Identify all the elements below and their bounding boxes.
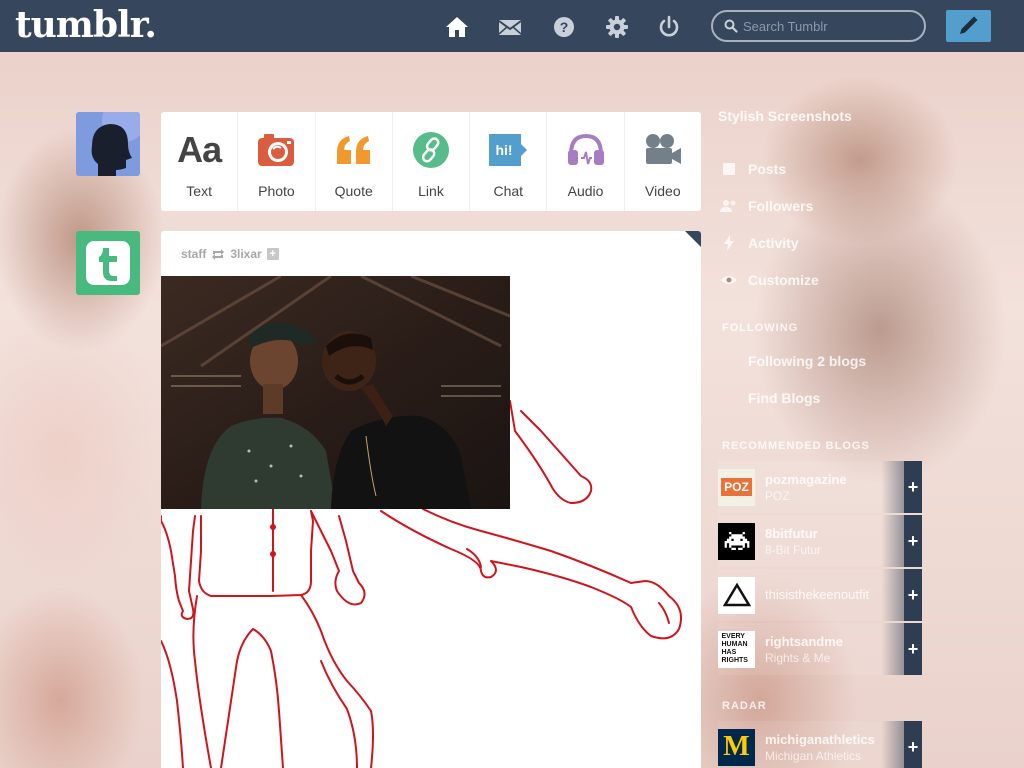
blog-avatar: POZ [718, 468, 755, 506]
post-type-label: Quote [334, 183, 373, 199]
compose-icon [960, 16, 978, 34]
recommended-blog[interactable]: thisisthekeenoutfit + [718, 569, 922, 621]
post-type-label: Chat [493, 183, 524, 199]
post-type-text[interactable]: Aa Text [161, 112, 239, 211]
headphones-icon [567, 133, 604, 165]
blog-name: 8bitfutur [765, 525, 818, 541]
recommended-blog[interactable]: EVERY HUMAN HAS RIGHTS rightsandme Right… [718, 623, 922, 675]
blog-avatar: M [718, 728, 755, 766]
search-input[interactable] [743, 17, 913, 35]
sidebar-item-label: Find Blogs [748, 390, 821, 406]
rights-logo: EVERY HUMAN HAS RIGHTS [721, 633, 748, 664]
user-avatar[interactable] [76, 112, 140, 176]
post-photo[interactable] [161, 276, 510, 509]
blog-title-link[interactable]: Stylish Screenshots [718, 108, 852, 124]
photo-two-men-image [161, 276, 510, 509]
blog-avatar [718, 522, 755, 560]
blog-subtitle: Rights & Me [765, 650, 831, 665]
follow-button[interactable]: + [904, 569, 922, 621]
sidebar-item-label: Customize [748, 272, 819, 288]
blog-name: thisisthekeenoutfit [765, 586, 870, 602]
sidebar-item-label: Followers [748, 198, 814, 214]
blog-avatar: EVERY HUMAN HAS RIGHTS [718, 630, 755, 668]
quote-icon [336, 136, 370, 164]
post-type-chat[interactable]: hi! Chat [470, 112, 548, 211]
poz-logo: POZ [721, 478, 752, 496]
sidebar-item-label: Following 2 blogs [748, 353, 867, 369]
post-type-quote[interactable]: Quote [316, 112, 393, 211]
silhouette-icon [76, 112, 140, 176]
sidebar-item-activity[interactable]: Activity [718, 232, 799, 254]
svg-text:?: ? [560, 19, 569, 35]
search-icon [724, 19, 738, 33]
sidebar-item-find-blogs[interactable]: Find Blogs [718, 387, 820, 409]
blog-subtitle: POZ [765, 488, 790, 503]
post-type-link[interactable]: Link [393, 112, 471, 211]
sidebar-item-customize[interactable]: Customize [718, 269, 819, 291]
posts-icon [718, 162, 740, 176]
space-invader-icon [724, 532, 749, 550]
sidebar-item-following[interactable]: Following 2 blogs [718, 350, 866, 372]
blog-name: rightsandme [765, 633, 844, 649]
blog-subtitle: 8-Bit Futur [765, 542, 822, 557]
blog-avatar [718, 576, 755, 614]
follow-button[interactable]: + [904, 623, 922, 675]
activity-icon [718, 235, 740, 251]
post-type-video[interactable]: Video [625, 112, 701, 211]
sidebar-item-label: Activity [748, 235, 799, 251]
michigan-m-logo: M [723, 731, 750, 762]
tumblr-logo[interactable]: tumblr. [15, 4, 157, 46]
post-type-label: Text [186, 183, 212, 199]
tumblr-t-icon [76, 231, 140, 295]
eye-icon [718, 274, 740, 286]
text-icon: Aa [177, 129, 222, 170]
top-navigation-bar: tumblr. ? [0, 0, 1024, 52]
post-type-label: Video [645, 183, 681, 199]
follow-button[interactable]: + [904, 461, 922, 513]
search-box[interactable] [711, 10, 926, 42]
radar-blog[interactable]: M michiganathletics Michigan Athletics + [718, 721, 922, 768]
followers-icon [718, 199, 740, 213]
post-type-label: Photo [258, 183, 295, 199]
help-icon[interactable]: ? [551, 14, 577, 40]
follow-button[interactable]: + [904, 721, 922, 768]
post-type-label: Link [418, 183, 444, 199]
camera-icon [258, 134, 295, 166]
triangle-logo-icon [722, 582, 751, 607]
link-icon [412, 132, 449, 168]
follow-button[interactable]: + [904, 515, 922, 567]
sidebar-item-posts[interactable]: Posts [718, 158, 786, 180]
blog-subtitle: Michigan Athletics [765, 748, 862, 763]
post-type-photo[interactable]: Photo [238, 112, 316, 211]
sidebar-item-label: Posts [748, 161, 787, 177]
svg-text:hi!: hi! [496, 142, 513, 158]
post-type-audio[interactable]: Audio [547, 112, 625, 211]
logout-icon[interactable] [656, 14, 682, 40]
home-icon[interactable] [444, 14, 470, 40]
following-heading: FOLLOWING [722, 322, 799, 334]
post-type-label: Audio [567, 183, 604, 199]
dashboard-post: staff 3lixar + [161, 231, 701, 768]
chat-icon: hi! [489, 134, 528, 166]
settings-icon[interactable] [604, 14, 630, 40]
recommended-blog[interactable]: 8bitfutur 8-Bit Futur + [718, 515, 922, 567]
sidebar-item-followers[interactable]: Followers [718, 195, 813, 217]
blog-name: michiganathletics [765, 731, 875, 747]
inbox-icon[interactable] [497, 14, 523, 40]
post-type-bar: Aa Text Photo Quote Link hi! Chat Audio … [161, 112, 701, 211]
radar-heading: RADAR [722, 700, 767, 712]
recommended-blog[interactable]: POZ pozmagazine POZ + [718, 461, 922, 513]
compose-button[interactable] [946, 10, 991, 42]
staff-avatar[interactable] [76, 231, 140, 295]
video-camera-icon [645, 134, 681, 164]
blog-name: pozmagazine [765, 471, 847, 487]
recommended-heading: RECOMMENDED BLOGS [722, 440, 870, 452]
